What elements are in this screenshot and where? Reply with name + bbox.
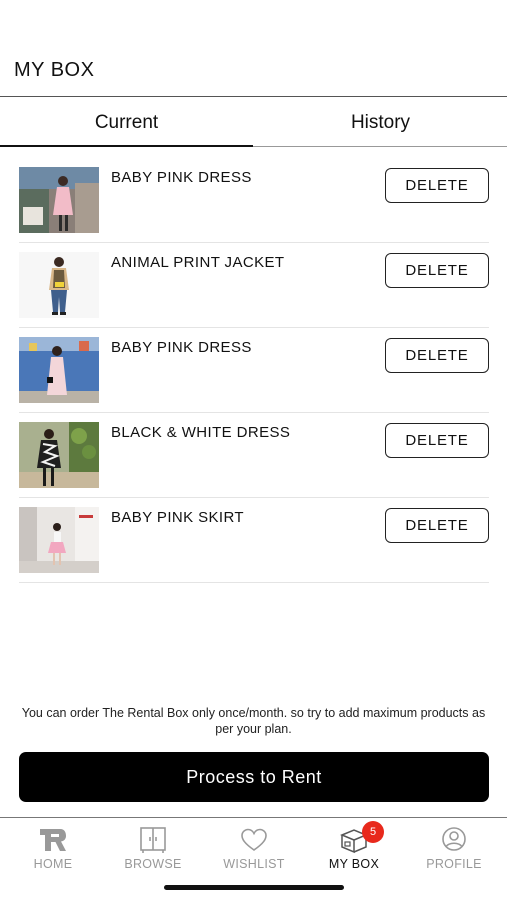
- product-image[interactable]: [19, 337, 99, 403]
- heart-icon: [241, 828, 267, 851]
- wardrobe-icon: [140, 827, 166, 853]
- home-indicator: [164, 885, 344, 890]
- product-name[interactable]: BLACK & WHITE DRESS: [111, 424, 290, 441]
- product-name[interactable]: BABY PINK SKIRT: [111, 509, 244, 526]
- page-title: MY BOX: [14, 59, 95, 81]
- delete-button[interactable]: DELETE: [385, 253, 489, 288]
- box-item: BLACK & WHITE DRESS DELETE: [19, 413, 489, 498]
- rental-limit-note: You can order The Rental Box only once/m…: [21, 706, 486, 736]
- delete-button[interactable]: DELETE: [385, 423, 489, 458]
- tab-bar: Current History: [0, 97, 507, 147]
- nav-my-box[interactable]: 5 MY BOX: [304, 818, 404, 880]
- product-name[interactable]: BABY PINK DRESS: [111, 169, 252, 186]
- box-item: BABY PINK DRESS DELETE: [19, 328, 489, 413]
- nav-browse[interactable]: BROWSE: [103, 818, 203, 880]
- header: MY BOX: [0, 0, 507, 97]
- box-item: ANIMAL PRINT JACKET DELETE: [19, 243, 489, 328]
- nav-wishlist[interactable]: WISHLIST: [204, 818, 304, 880]
- tab-current[interactable]: Current: [0, 97, 253, 147]
- nav-label: PROFILE: [426, 857, 482, 871]
- product-image[interactable]: [19, 252, 99, 318]
- cart-count-badge: 5: [362, 821, 384, 843]
- product-name[interactable]: ANIMAL PRINT JACKET: [111, 254, 284, 271]
- tab-history[interactable]: History: [254, 97, 507, 147]
- tab-underline: [0, 145, 253, 147]
- delete-button[interactable]: DELETE: [385, 338, 489, 373]
- nav-profile[interactable]: PROFILE: [404, 818, 504, 880]
- nav-label: WISHLIST: [223, 857, 285, 871]
- nav-home[interactable]: HOME: [3, 818, 103, 880]
- box-item: BABY PINK DRESS DELETE: [19, 158, 489, 243]
- process-to-rent-button[interactable]: Process to Rent: [19, 752, 489, 802]
- logo-icon: [40, 829, 66, 851]
- nav-label: HOME: [33, 857, 73, 871]
- user-icon: [442, 827, 466, 851]
- product-image[interactable]: [19, 422, 99, 488]
- box-item: BABY PINK SKIRT DELETE: [19, 498, 489, 583]
- nav-label: BROWSE: [124, 857, 182, 871]
- nav-label: MY BOX: [328, 857, 380, 871]
- box-item-list: BABY PINK DRESS DELETE ANIMAL PRINT JACK…: [19, 158, 489, 583]
- delete-button[interactable]: DELETE: [385, 508, 489, 543]
- delete-button[interactable]: DELETE: [385, 168, 489, 203]
- product-image[interactable]: [19, 167, 99, 233]
- product-name[interactable]: BABY PINK DRESS: [111, 339, 252, 356]
- product-image[interactable]: [19, 507, 99, 573]
